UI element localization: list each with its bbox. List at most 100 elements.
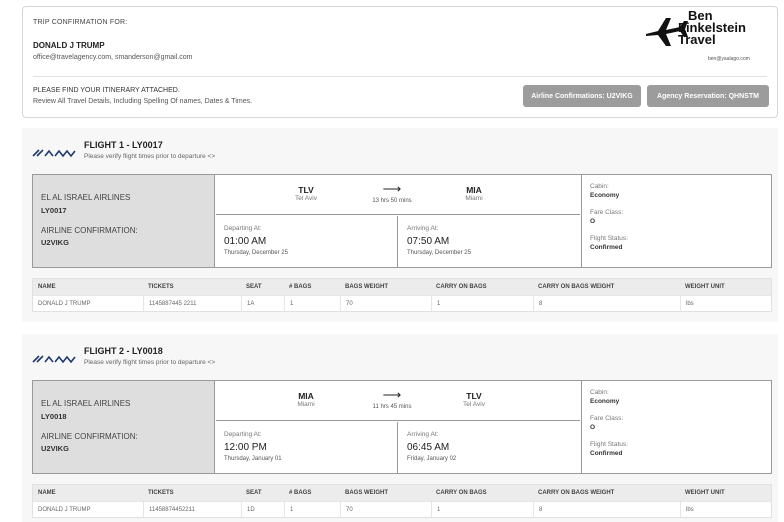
col-bags-weight: 70 (340, 502, 353, 518)
col-bags-weight: 70 (340, 296, 353, 312)
route-row: MIA Miami ⟶ 11 hrs 45 mins TLV Tel Aviv (216, 381, 580, 421)
fare-class-label: Fare Class: (590, 415, 624, 422)
col-carry-on: 1 (431, 296, 440, 312)
table-row: DONALD J TRUMP 11458874452211 1D 1 70 1 8 lbs (33, 501, 771, 518)
header-col-seat: SEAT (246, 284, 262, 290)
header-col-carry-on-weight: CARRY ON BAGS WEIGHT (538, 284, 615, 290)
col-carry-on-weight: 8 (533, 502, 542, 518)
traveler-name: DONALD J TRUMP (33, 41, 105, 50)
col-name: DONALD J TRUMP (38, 301, 91, 307)
header-col-carry-on: CARRY ON BAGS (436, 284, 487, 290)
header-col-bags-weight: BAGS WEIGHT (345, 490, 388, 496)
flight-status-label: Flight Status: (590, 235, 628, 242)
passenger-table-header: NAME TICKETS SEAT # BAGS BAGS WEIGHT CARRY ON… (33, 485, 771, 501)
flight-title: FLIGHT 2 - LY0018 (84, 346, 163, 356)
departure-time: 01:00 AM (224, 236, 267, 247)
header-col-bags-weight: BAGS WEIGHT (345, 284, 388, 290)
departing-label: Departing At: (224, 225, 262, 232)
header-col-bags: # BAGS (289, 284, 312, 290)
header-col-bags: # BAGS (289, 490, 312, 496)
cabin-label: Cabin: (590, 183, 609, 190)
header-col-name: NAME (38, 490, 56, 496)
origin-city: Tel Aviv (295, 195, 317, 202)
fare-panel: Cabin: Economy Fare Class: O Flight Stat… (581, 175, 771, 267)
fare-class-value: O (590, 424, 596, 431)
flight-duration: 13 hrs 50 mins (372, 198, 412, 204)
arrival-time: 07:50 AM (407, 236, 450, 247)
passenger-table: NAME TICKETS SEAT # BAGS BAGS WEIGHT CARRY ON… (32, 484, 772, 518)
col-tickets: 11458874452211 (143, 502, 195, 518)
airline-panel: EL AL ISRAEL AIRLINES LY0017 AIRLINE CON… (33, 175, 215, 267)
header-col-name: NAME (38, 284, 56, 290)
flight-section-2: FLIGHT 2 - LY0018 Please verify flight t… (22, 334, 778, 522)
departure-date: Thursday, December 25 (224, 250, 288, 256)
cabin-value: Economy (590, 398, 620, 405)
departing-label: Departing At: (224, 431, 262, 438)
passenger-table: NAME TICKETS SEAT # BAGS BAGS WEIGHT CARRY ON… (32, 278, 772, 312)
col-seat: 1A (241, 296, 254, 312)
arrival-date: Thursday, December 25 (407, 250, 471, 256)
header-col-tickets: TICKETS (148, 490, 174, 496)
flight-status-label: Flight Status: (590, 441, 628, 448)
table-row: DONALD J TRUMP 1145887445 2211 1A 1 70 1 8 lbs (33, 295, 771, 312)
origin-code: TLV (298, 185, 314, 195)
flight-duration: 11 hrs 45 mins (372, 404, 412, 410)
flight-status-value: Confirmed (590, 450, 623, 457)
cabin-value: Economy (590, 192, 620, 199)
logo-wordmark: Ben Finkelstein Travel (670, 9, 746, 47)
destination-city: Miami (465, 195, 483, 202)
el-al-logo-icon (32, 355, 76, 364)
departure-date: Thursday, January 01 (224, 456, 282, 462)
header-divider (33, 76, 767, 77)
header-col-tickets: TICKETS (148, 284, 174, 290)
col-weight-unit: lbs (680, 502, 694, 518)
review-note: Review All Travel Details, Including Spe… (33, 98, 253, 105)
col-bags: 1 (284, 502, 293, 518)
agency-reservation-button[interactable]: Agency Reservation: QHNSTM (647, 85, 769, 107)
arriving-label: Arriving At: (407, 225, 439, 232)
itinerary-note: PLEASE FIND YOUR ITINERARY ATTACHED. (33, 87, 180, 94)
logo-line-3: Travel (678, 32, 716, 47)
departure-time: 12:00 PM (224, 442, 267, 453)
passenger-table-header: NAME TICKETS SEAT # BAGS BAGS WEIGHT CARRY ON… (33, 279, 771, 295)
cabin-label: Cabin: (590, 389, 609, 396)
destination-city: Tel Aviv (463, 401, 485, 408)
arriving-label: Arriving At: (407, 431, 439, 438)
arrival-cell: Arriving At: 06:45 AM Friday, January 02 (399, 422, 580, 473)
trip-confirmation-label: TRIP CONFIRMATION FOR: (33, 19, 128, 26)
flight-details-box: EL AL ISRAEL AIRLINES LY0017 AIRLINE CON… (32, 174, 772, 268)
header-col-carry-on-weight: CARRY ON BAGS WEIGHT (538, 490, 615, 496)
airline-confirmation-label: AIRLINE CONFIRMATION: (41, 226, 138, 235)
col-weight-unit: lbs (680, 296, 694, 312)
departure-cell: Departing At: 12:00 PM Thursday, January… (216, 422, 398, 473)
flight-number: LY0018 (41, 412, 67, 421)
destination-code: TLV (466, 391, 482, 401)
airline-confirmations-button[interactable]: Airline Confirmations: U2VIKG (523, 85, 641, 107)
el-al-logo-icon (32, 149, 76, 158)
origin-code: MIA (298, 391, 314, 401)
flight-title: FLIGHT 1 - LY0017 (84, 140, 163, 150)
agency-logo: Ben Finkelstein Travel ben@yaalago.com (644, 8, 774, 66)
route-panel: TLV Tel Aviv ⟶ 13 hrs 50 mins MIA Miami … (216, 175, 580, 267)
flight-section-1: FLIGHT 1 - LY0017 Please verify flight t… (22, 128, 778, 322)
flight-number: LY0017 (41, 206, 67, 215)
flight-subtitle[interactable]: Please verify flight times prior to depa… (84, 359, 215, 366)
destination-code: MIA (466, 185, 482, 195)
airline-confirmation-value: U2VIKG (41, 238, 69, 247)
arrow-right-icon: ⟶ (382, 387, 402, 402)
traveler-emails: office@travelagency.com, smanderson@gmai… (33, 54, 193, 61)
arrival-date: Friday, January 02 (407, 456, 457, 462)
header-col-weight-unit: WEIGHT UNIT (685, 284, 725, 290)
airline-confirmation-label: AIRLINE CONFIRMATION: (41, 432, 138, 441)
arrival-time: 06:45 AM (407, 442, 450, 453)
col-seat: 1D (241, 502, 255, 518)
col-name: DONALD J TRUMP (38, 507, 91, 513)
fare-class-value: O (590, 218, 596, 225)
flight-details-box: EL AL ISRAEL AIRLINES LY0018 AIRLINE CON… (32, 380, 772, 474)
col-tickets: 1145887445 2211 (143, 296, 197, 312)
flight-subtitle[interactable]: Please verify flight times prior to depa… (84, 153, 215, 160)
fare-class-label: Fare Class: (590, 209, 624, 216)
header-col-seat: SEAT (246, 490, 262, 496)
logo-email: ben@yaalago.com (708, 56, 750, 62)
arrow-right-icon: ⟶ (382, 181, 402, 196)
